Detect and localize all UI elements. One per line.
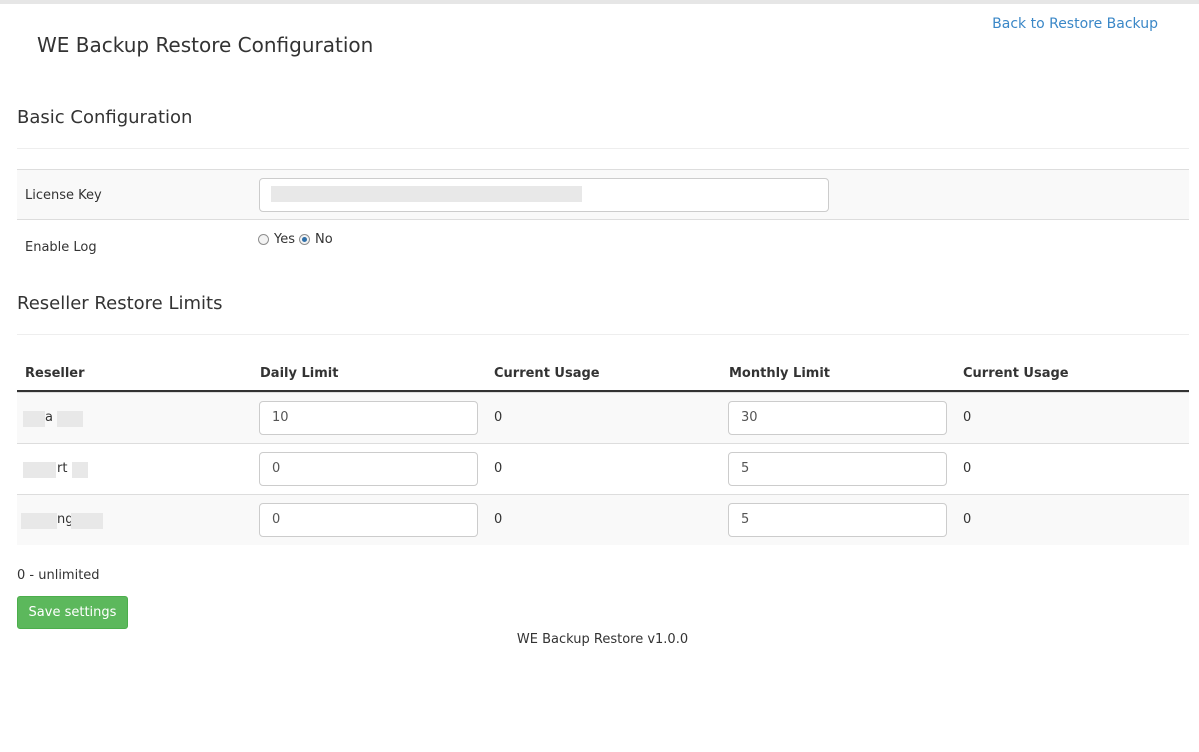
unlimited-note: 0 - unlimited <box>17 568 100 583</box>
reseller-name-redacted <box>57 411 83 427</box>
enable-log-yes-label: Yes <box>274 232 295 247</box>
daily-usage-value: 0 <box>494 410 503 425</box>
monthly-limit-input[interactable]: 5 <box>728 452 947 486</box>
basic-configuration-heading: Basic Configuration <box>17 107 193 128</box>
reseller-restore-limits-heading: Reseller Restore Limits <box>17 293 223 314</box>
enable-log-no-label: No <box>315 232 333 247</box>
reseller-name: rt <box>57 461 68 476</box>
column-header-monthly-usage: Current Usage <box>963 366 1069 381</box>
daily-usage-value: 0 <box>494 512 503 527</box>
enable-log-label: Enable Log <box>25 240 97 255</box>
monthly-usage-value: 0 <box>963 461 972 476</box>
reseller-name: a <box>45 410 53 425</box>
reseller-name-redacted <box>23 462 56 478</box>
monthly-limit-input[interactable]: 5 <box>728 503 947 537</box>
enable-log-no-radio[interactable] <box>299 234 310 245</box>
reseller-name-redacted <box>72 462 88 478</box>
reseller-name-redacted <box>23 411 45 427</box>
table-row <box>17 392 1189 443</box>
column-header-monthly-limit: Monthly Limit <box>729 366 831 381</box>
version-footer: WE Backup Restore v1.0.0 <box>516 632 689 647</box>
reseller-name-redacted <box>21 513 57 529</box>
monthly-limit-input[interactable]: 30 <box>728 401 947 435</box>
table-row <box>17 494 1189 545</box>
enable-log-row: Enable Log <box>17 221 1189 269</box>
reseller-name-redacted <box>71 513 103 529</box>
page-title: WE Backup Restore Configuration <box>37 33 374 57</box>
enable-log-radio-group: Yes No <box>258 232 337 247</box>
save-settings-button[interactable]: Save settings <box>17 596 128 629</box>
column-header-daily-limit: Daily Limit <box>260 366 339 381</box>
monthly-usage-value: 0 <box>963 410 972 425</box>
back-to-restore-backup-link[interactable]: Back to Restore Backup <box>992 16 1158 32</box>
enable-log-yes-radio[interactable] <box>258 234 269 245</box>
divider <box>17 334 1189 335</box>
table-row <box>17 443 1189 494</box>
daily-limit-input[interactable]: 10 <box>259 401 478 435</box>
license-key-label: License Key <box>25 188 102 203</box>
daily-limit-input[interactable]: 0 <box>259 452 478 486</box>
divider <box>17 148 1189 149</box>
daily-usage-value: 0 <box>494 461 503 476</box>
column-header-reseller: Reseller <box>25 366 85 381</box>
top-border <box>0 0 1199 4</box>
monthly-usage-value: 0 <box>963 512 972 527</box>
column-header-daily-usage: Current Usage <box>494 366 600 381</box>
license-key-redacted <box>271 186 582 202</box>
daily-limit-input[interactable]: 0 <box>259 503 478 537</box>
